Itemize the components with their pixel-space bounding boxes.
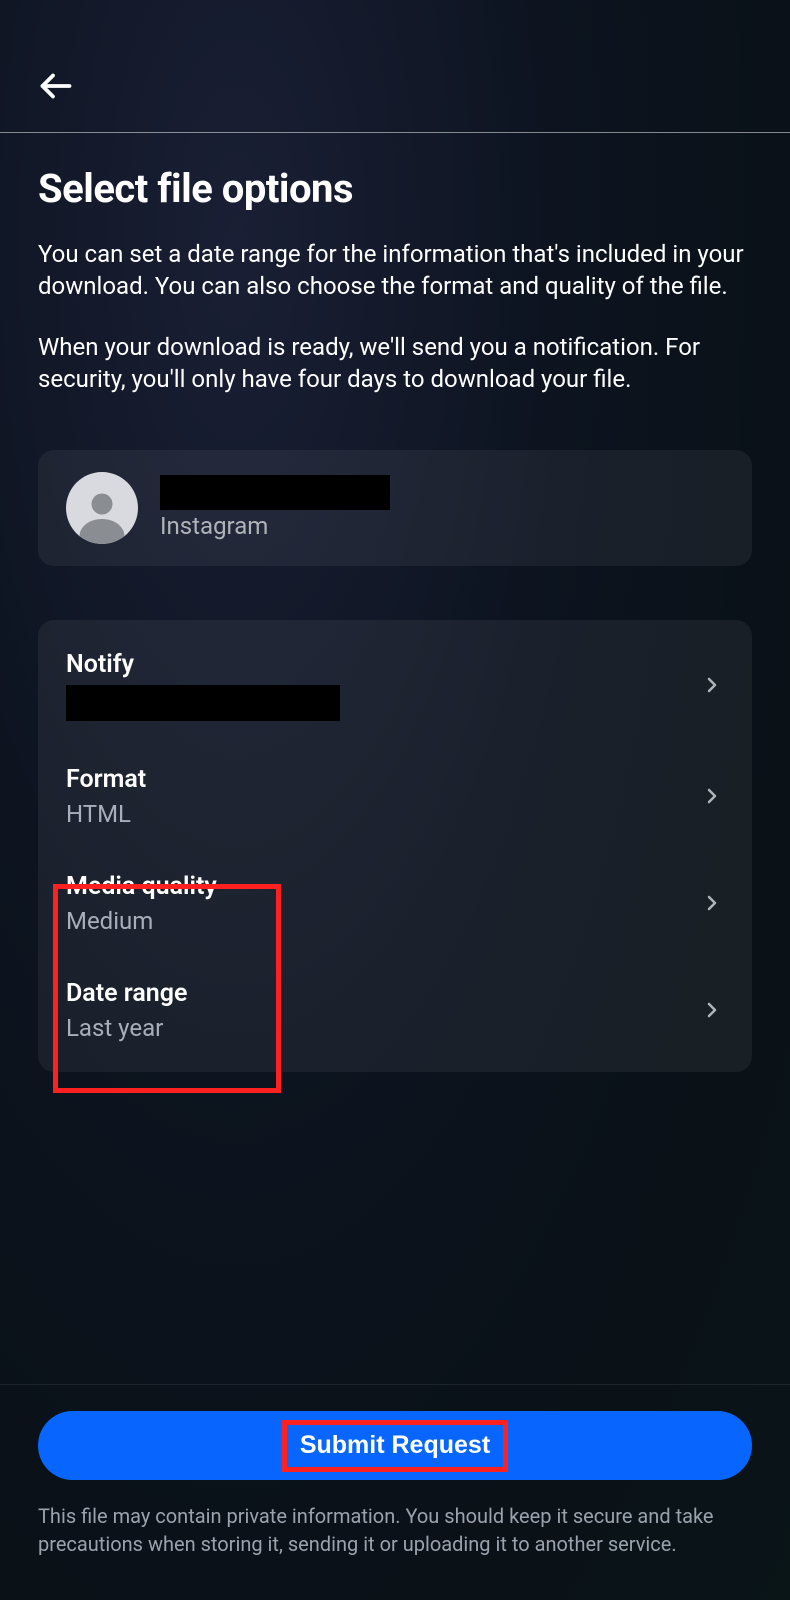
option-media-quality[interactable]: Media quality Medium <box>38 850 752 957</box>
account-name-redacted <box>160 475 390 510</box>
chevron-right-icon <box>700 673 724 697</box>
notify-label: Notify <box>66 650 340 679</box>
date-range-value: Last year <box>66 1014 187 1042</box>
content-area: Select file options You can set a date r… <box>0 133 790 1072</box>
media-quality-value: Medium <box>66 907 217 935</box>
header-bar <box>0 0 790 133</box>
submit-label: Submit Request <box>300 1431 490 1459</box>
account-text: Instagram <box>160 475 390 540</box>
submit-request-button[interactable]: Submit Request <box>38 1411 752 1480</box>
page-title: Select file options <box>38 165 752 212</box>
date-range-label: Date range <box>66 979 187 1008</box>
format-value: HTML <box>66 800 146 828</box>
notify-value-redacted <box>66 685 340 721</box>
format-label: Format <box>66 765 146 794</box>
chevron-right-icon <box>700 891 724 915</box>
option-notify[interactable]: Notify <box>38 628 752 743</box>
footer: Submit Request This file may contain pri… <box>0 1384 790 1600</box>
options-card: Notify Format HTML Media quality Medium <box>38 620 752 1072</box>
option-date-range[interactable]: Date range Last year <box>38 957 752 1064</box>
avatar <box>66 472 138 544</box>
chevron-right-icon <box>700 784 724 808</box>
account-card: Instagram <box>38 450 752 566</box>
option-format[interactable]: Format HTML <box>38 743 752 850</box>
account-platform: Instagram <box>160 512 390 540</box>
media-quality-label: Media quality <box>66 872 217 901</box>
description-2: When your download is ready, we'll send … <box>38 331 752 396</box>
back-arrow-icon[interactable] <box>38 68 74 104</box>
description-1: You can set a date range for the informa… <box>38 238 752 303</box>
chevron-right-icon <box>700 998 724 1022</box>
disclaimer-text: This file may contain private informatio… <box>38 1502 752 1558</box>
